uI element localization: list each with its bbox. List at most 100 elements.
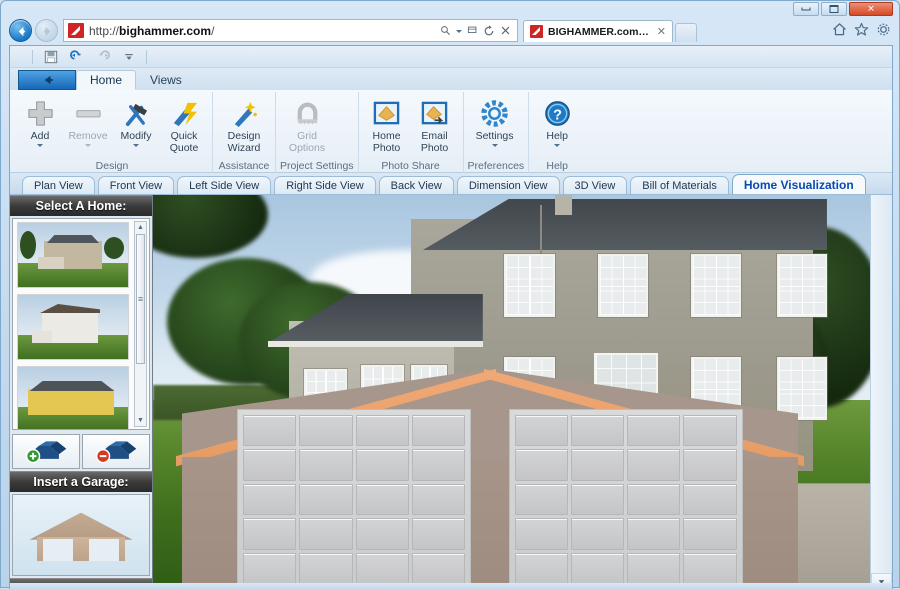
add-home-button[interactable] xyxy=(12,434,80,469)
settings-button-label: Settings xyxy=(476,131,514,142)
tab-left-side-view[interactable]: Left Side View xyxy=(177,176,271,194)
modify-button[interactable]: Modify xyxy=(112,92,160,160)
settings-button[interactable]: Settings xyxy=(468,92,522,160)
sidebar: Select A Home: xyxy=(10,195,153,589)
window xyxy=(598,254,648,317)
redo-button[interactable] xyxy=(94,48,111,65)
tab-plan-view-label: Plan View xyxy=(34,180,83,192)
browser-tab-strip: BIGHAMMER.com – Big Ha... ✕ xyxy=(523,20,697,42)
garage-thumbnail-two-car[interactable] xyxy=(12,494,150,576)
address-bar-tools xyxy=(440,25,517,37)
modify-dropdown-icon[interactable] xyxy=(133,144,139,147)
browser-tab[interactable]: BIGHAMMER.com – Big Ha... ✕ xyxy=(523,20,673,42)
title-bar: ✕ xyxy=(1,1,899,17)
gear-icon[interactable] xyxy=(876,22,891,37)
house-minus-icon xyxy=(92,439,140,464)
settings-dropdown-icon[interactable] xyxy=(492,144,498,147)
home-thumbnail-white-farmhouse[interactable] xyxy=(17,294,129,360)
workspace-scrollbar[interactable] xyxy=(870,195,892,589)
grid-options-button[interactable]: Grid Options xyxy=(280,92,334,160)
maximize-button[interactable] xyxy=(821,2,847,16)
tab-bill-of-materials[interactable]: Bill of Materials xyxy=(630,176,729,194)
window xyxy=(504,254,554,317)
chevron-down-icon xyxy=(123,51,135,63)
star-icon[interactable] xyxy=(854,22,869,37)
tab-home-visualization-label: Home Visualization xyxy=(744,178,854,192)
ribbon: Add Remove xyxy=(10,90,892,173)
undo-arrow-icon xyxy=(70,50,84,64)
qat-divider-2 xyxy=(146,50,147,64)
undo-button[interactable] xyxy=(68,48,85,65)
help-dropdown-icon[interactable] xyxy=(554,144,560,147)
search-dropdown-icon[interactable] xyxy=(456,30,462,33)
remove-dropdown-icon[interactable] xyxy=(85,144,91,147)
select-home-header: Select A Home: xyxy=(10,195,152,216)
status-bar xyxy=(10,583,892,589)
ribbon-tab-home[interactable]: Home xyxy=(76,70,136,90)
search-magnifier-icon[interactable] xyxy=(440,25,451,36)
refresh-icon[interactable] xyxy=(483,25,495,37)
help-button-label: Help xyxy=(546,131,568,142)
help-button[interactable]: ? Help xyxy=(533,92,581,160)
back-arrow-icon xyxy=(14,24,29,39)
bighammer-favicon xyxy=(68,23,84,38)
home-visualization-photo[interactable] xyxy=(153,195,870,589)
tab-bill-of-materials-label: Bill of Materials xyxy=(642,180,717,192)
save-button[interactable] xyxy=(42,48,59,65)
tab-front-view[interactable]: Front View xyxy=(98,176,174,194)
tab-right-side-view[interactable]: Right Side View xyxy=(274,176,375,194)
scroll-up-arrow-icon[interactable]: ▲ xyxy=(137,222,144,233)
stop-x-icon[interactable] xyxy=(500,25,511,36)
tab-favicon xyxy=(530,25,543,38)
floppy-disk-icon xyxy=(44,50,58,64)
minimize-button[interactable] xyxy=(793,2,819,16)
insert-garage-header: Insert a Garage: xyxy=(10,471,152,492)
house-wing-fascia xyxy=(268,341,483,347)
new-tab-button[interactable] xyxy=(675,23,697,42)
add-dropdown-icon[interactable] xyxy=(37,144,43,147)
remove-home-button[interactable] xyxy=(82,434,150,469)
design-wizard-label-2: Wizard xyxy=(228,143,261,154)
tab-back-view[interactable]: Back View xyxy=(379,176,454,194)
tab-close-icon[interactable]: ✕ xyxy=(657,25,666,38)
flue-pipe xyxy=(540,205,542,256)
tab-dimension-view[interactable]: Dimension View xyxy=(457,176,560,194)
home-thumbnail-list[interactable]: ▲ ▼ xyxy=(12,218,150,430)
remove-button[interactable]: Remove xyxy=(64,92,112,160)
scrollbar-thumb[interactable] xyxy=(136,234,145,364)
back-button[interactable] xyxy=(9,19,32,42)
ribbon-group-project-settings: Grid Options Project Settings xyxy=(275,92,358,173)
two-car-garage-overlay[interactable] xyxy=(182,369,799,589)
add-button[interactable]: Add xyxy=(16,92,64,160)
garage-door-left[interactable] xyxy=(237,409,471,589)
home-icon[interactable] xyxy=(832,22,847,37)
email-photo-label-2: Photo xyxy=(421,143,448,154)
ribbon-group-preferences: Settings Preferences xyxy=(463,92,529,173)
ribbon-group-help: ? Help Help xyxy=(528,92,585,173)
customize-qat-button[interactable] xyxy=(120,48,137,65)
ribbon-back-button[interactable] xyxy=(18,70,76,90)
email-photo-button[interactable]: Email Photo xyxy=(411,92,459,160)
home-list-scrollbar[interactable]: ▲ ▼ xyxy=(134,221,147,427)
forward-button[interactable] xyxy=(35,19,58,42)
tab-home-visualization[interactable]: Home Visualization xyxy=(732,174,866,194)
tab-3d-view-label: 3D View xyxy=(575,180,616,192)
tab-front-view-label: Front View xyxy=(110,180,162,192)
gear-icon xyxy=(480,97,509,130)
scroll-down-arrow-icon[interactable]: ▼ xyxy=(137,415,144,426)
home-photo-button[interactable]: Home Photo xyxy=(363,92,411,160)
ribbon-tab-views[interactable]: Views xyxy=(136,70,196,90)
quick-access-toolbar xyxy=(10,46,892,68)
design-wizard-button[interactable]: Design Wizard xyxy=(217,92,271,160)
compatibility-view-icon[interactable] xyxy=(467,25,478,36)
tab-right-side-view-label: Right Side View xyxy=(286,180,363,192)
close-button[interactable]: ✕ xyxy=(849,2,893,16)
tab-plan-view[interactable]: Plan View xyxy=(22,176,95,194)
svg-text:?: ? xyxy=(553,107,562,123)
home-thumbnail-yellow-ranch[interactable] xyxy=(17,366,129,430)
address-bar[interactable]: http://bighammer.com/ xyxy=(63,19,518,42)
home-thumbnail-beige-two-story[interactable] xyxy=(17,222,129,288)
garage-door-right[interactable] xyxy=(509,409,743,589)
tab-3d-view[interactable]: 3D View xyxy=(563,176,628,194)
quick-quote-button[interactable]: Quick Quote xyxy=(160,92,208,160)
